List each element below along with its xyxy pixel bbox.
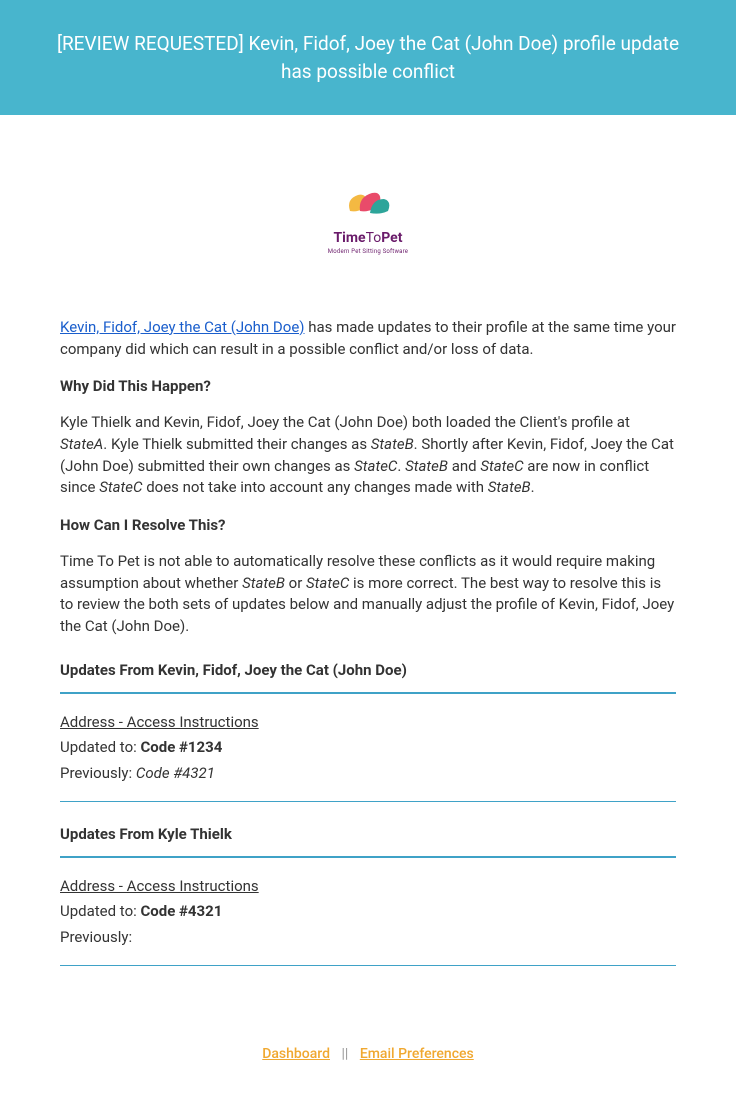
previously-line: Previously: <box>60 927 676 949</box>
field-label: Address - Access Instructions <box>60 876 676 898</box>
logo-tagline: Modern Pet Sitting Software <box>60 248 676 257</box>
footer-separator: || <box>341 1046 348 1062</box>
field-label: Address - Access Instructions <box>60 712 676 734</box>
divider-thin <box>60 801 676 802</box>
client-profile-link[interactable]: Kevin, Fidof, Joey the Cat (John Doe) <box>60 318 305 336</box>
logo-block: TimeToPet Modern Pet Sitting Software <box>60 185 676 257</box>
divider-thin <box>60 965 676 966</box>
heading-resolve: How Can I Resolve This? <box>60 515 676 537</box>
email-header: [REVIEW REQUESTED] Kevin, Fidof, Joey th… <box>0 0 736 115</box>
updates-staff-title: Updates From Kyle Thielk <box>60 824 676 846</box>
updated-to-line: Updated to: Code #4321 <box>60 901 676 923</box>
email-body: TimeToPet Modern Pet Sitting Software Ke… <box>10 125 726 1022</box>
updates-client-title: Updates From Kevin, Fidof, Joey the Cat … <box>60 660 676 682</box>
email-subject: [REVIEW REQUESTED] Kevin, Fidof, Joey th… <box>57 32 679 83</box>
dashboard-link[interactable]: Dashboard <box>262 1046 330 1062</box>
resolve-paragraph: Time To Pet is not able to automatically… <box>60 551 676 638</box>
explain-paragraph: Kyle Thielk and Kevin, Fidof, Joey the C… <box>60 412 676 499</box>
divider <box>60 856 676 858</box>
divider <box>60 692 676 694</box>
previously-line: Previously: Code #4321 <box>60 763 676 785</box>
email-preferences-link[interactable]: Email Preferences <box>360 1046 474 1062</box>
updated-to-line: Updated to: Code #1234 <box>60 737 676 759</box>
heading-why: Why Did This Happen? <box>60 376 676 398</box>
logo-text: TimeToPet <box>60 228 676 248</box>
email-footer: Dashboard || Email Preferences <box>0 1022 736 1094</box>
intro-paragraph: Kevin, Fidof, Joey the Cat (John Doe) ha… <box>60 317 676 361</box>
logo-icon <box>342 185 394 226</box>
